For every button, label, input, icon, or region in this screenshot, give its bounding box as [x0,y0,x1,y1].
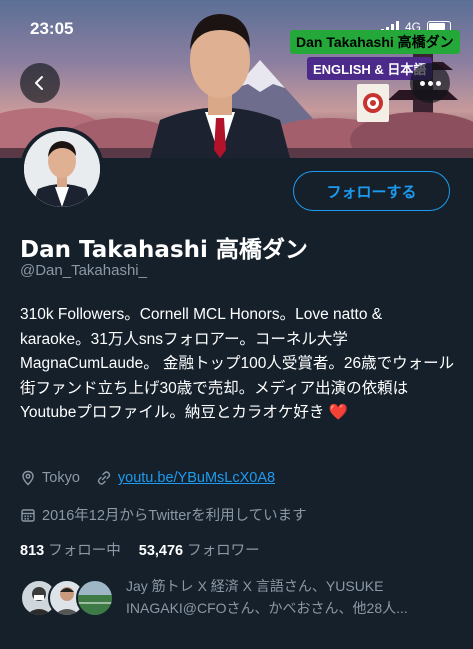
profile-avatar[interactable] [20,127,104,211]
followers-count[interactable]: 53,476 [139,543,183,559]
location-text: Tokyo [42,470,80,486]
display-name: Dan Takahashi 高橋ダン [20,237,308,263]
more-icon [419,80,425,86]
joined-text: 2016年12月からTwitterを利用しています [42,508,307,524]
profile-link-text[interactable]: youtu.be/YBuMsLcX0A8 [118,470,275,486]
followed-by-text[interactable]: Jay 筋トレ X 経済 X 言語さん、YUSUKE INAGAKI@CFOさん… [126,575,456,625]
location-pin-icon [22,470,34,486]
banner-portrait [150,14,290,158]
following-count[interactable]: 813 [20,543,44,559]
follower-avatar [76,579,114,617]
brand-logo-icon [363,93,383,113]
handle: @Dan_Takahashi_ [20,262,147,279]
follow-counts: 813 フォロー中 53,476 フォロワー [20,539,274,560]
back-button[interactable] [20,63,60,103]
following-label[interactable]: フォロー中 [48,543,121,559]
location-row: Tokyo youtu.be/YBuMsLcX0A8 [20,470,275,486]
calendar-icon [21,508,35,522]
banner-name-tag: Dan Takahashi 高橋ダン [290,30,460,54]
back-arrow-icon [35,76,43,90]
followed-by[interactable]: Jay 筋トレ X 経済 X 言語さん、YUSUKE INAGAKI@CFOさん… [20,575,456,625]
brand-logo [357,84,389,122]
status-time: 23:05 [30,19,74,38]
joined-row: 2016年12月からTwitterを利用しています [20,504,307,525]
heart-emoji: ❤️ [328,404,348,421]
more-button[interactable] [410,63,450,103]
profile-link[interactable]: youtu.be/YBuMsLcX0A8 [96,470,275,486]
link-icon [97,471,111,485]
follow-button[interactable]: フォローする [293,171,450,211]
bio: 310k Followers。Cornell MCL Honors。Love n… [20,303,456,426]
avatar-image [24,131,100,207]
bio-text: 310k Followers。Cornell MCL Honors。Love n… [20,306,455,421]
followed-by-avatars [20,575,120,625]
followers-label[interactable]: フォロワー [187,543,260,559]
